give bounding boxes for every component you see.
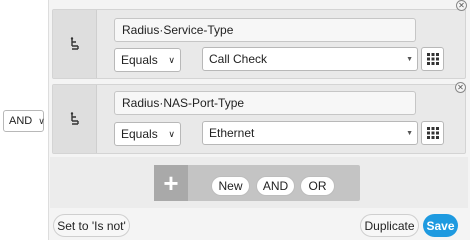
set-is-not-label: Set to 'Is not': [57, 218, 126, 233]
value-select-1[interactable]: Call Check ▼: [202, 47, 418, 71]
attribute-text-1: Radius·Service-Type: [122, 23, 234, 37]
grid-picker-button-1[interactable]: [421, 47, 444, 71]
save-label: Save: [426, 218, 455, 233]
save-button[interactable]: Save: [423, 214, 458, 237]
value-text-1: Call Check: [209, 52, 268, 66]
grid-picker-button-2[interactable]: [421, 121, 444, 145]
and-label: AND: [262, 179, 289, 193]
chevron-down-icon: ∨: [168, 54, 175, 65]
operator-text-2: Equals: [121, 127, 158, 141]
set-is-not-button[interactable]: Set to 'Is not': [53, 214, 130, 237]
drag-handle-icon[interactable]: [53, 10, 97, 78]
value-text-2: Ethernet: [209, 126, 255, 140]
value-select-2[interactable]: Ethernet ▼: [202, 121, 418, 145]
grid-icon: [426, 53, 439, 65]
attribute-field-2[interactable]: Radius·NAS-Port-Type: [114, 91, 416, 115]
root-operator-value: AND: [9, 115, 33, 127]
new-label: New: [218, 179, 243, 193]
or-label: OR: [308, 179, 327, 193]
operator-select-2[interactable]: Equals ∨: [114, 122, 181, 146]
root-operator-select[interactable]: AND ∨: [3, 110, 45, 132]
operator-select-1[interactable]: Equals ∨: [114, 48, 181, 72]
operator-text-1: Equals: [121, 53, 158, 67]
or-button[interactable]: OR: [300, 176, 335, 196]
dropdown-arrow-icon: ▼: [406, 129, 413, 137]
attribute-field-1[interactable]: Radius·Service-Type: [114, 18, 416, 42]
and-button[interactable]: AND: [256, 176, 295, 196]
duplicate-button[interactable]: Duplicate: [360, 214, 419, 237]
attribute-text-2: Radius·NAS-Port-Type: [122, 96, 245, 110]
dropdown-arrow-icon: ▼: [406, 55, 413, 63]
grid-icon: [426, 127, 439, 139]
drag-handle-icon[interactable]: [53, 85, 97, 153]
new-button[interactable]: New: [211, 176, 250, 196]
duplicate-label: Duplicate: [364, 218, 415, 233]
plus-icon[interactable]: +: [154, 165, 188, 201]
close-icon[interactable]: ✕: [456, 0, 467, 11]
chevron-down-icon: ∨: [38, 115, 45, 126]
chevron-down-icon: ∨: [168, 128, 175, 139]
close-icon[interactable]: ✕: [455, 82, 466, 93]
